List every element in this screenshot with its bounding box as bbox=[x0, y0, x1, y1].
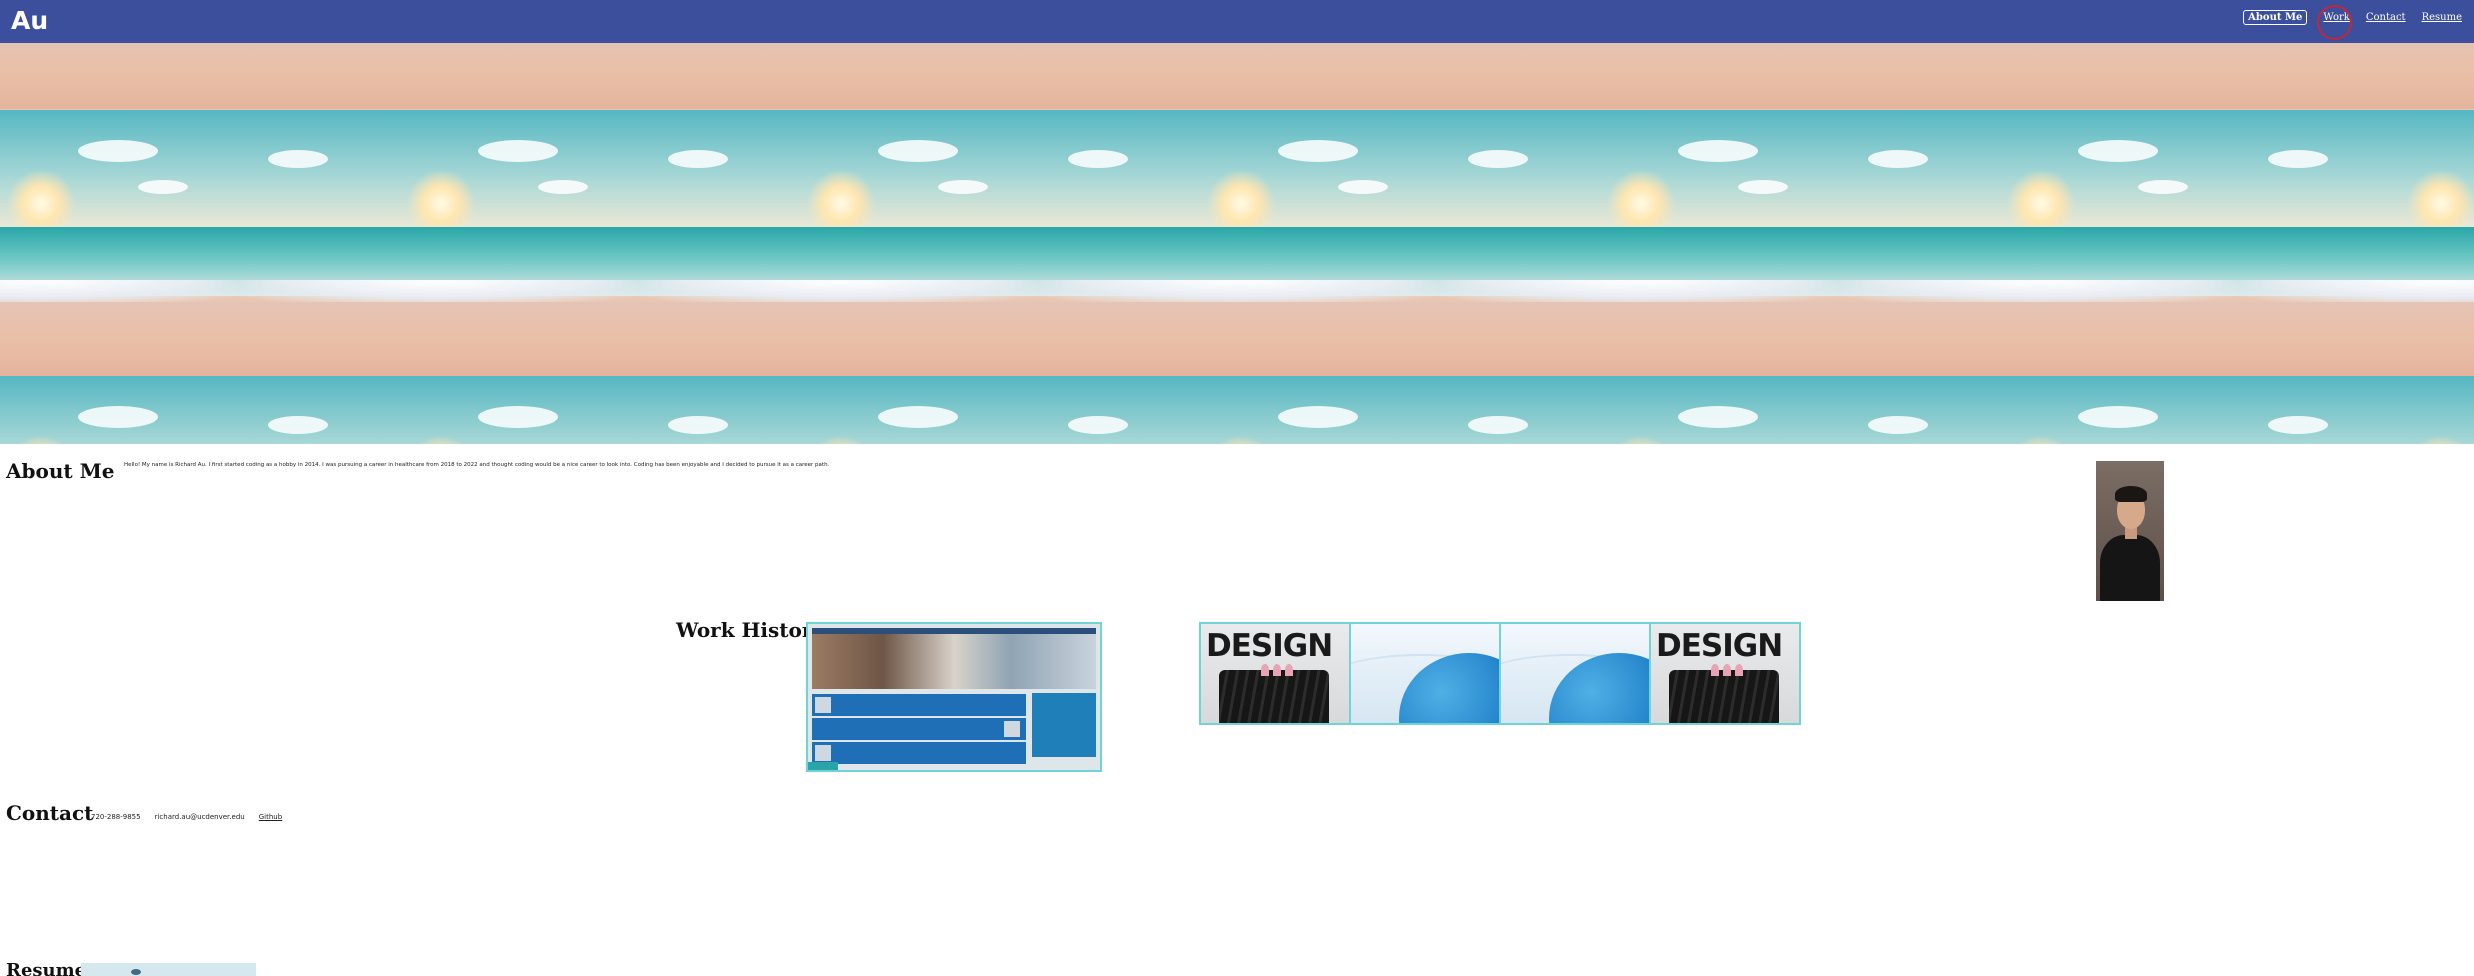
about-heading: About Me bbox=[6, 459, 115, 483]
beach-tile bbox=[2238, 110, 2474, 376]
beach-tile bbox=[1438, 43, 1838, 109]
project-thumbnail[interactable] bbox=[806, 622, 1102, 772]
resume-heading: Resume bbox=[6, 960, 87, 976]
nav-about-me[interactable]: About Me bbox=[2243, 10, 2308, 25]
design-word: DESIGN bbox=[1656, 628, 1783, 664]
project-row bbox=[812, 742, 1026, 764]
beach-tile bbox=[1838, 110, 2238, 376]
project-row bbox=[812, 694, 1026, 716]
about-text: Hello! My name is Richard Au. I first st… bbox=[124, 462, 830, 468]
hero-banner bbox=[0, 43, 2474, 444]
beach-tile bbox=[238, 110, 638, 376]
project-row bbox=[812, 718, 1026, 740]
beach-tile bbox=[1038, 110, 1438, 376]
project-hero-image bbox=[812, 634, 1096, 689]
beach-tile bbox=[0, 376, 238, 444]
beach-tile bbox=[1438, 376, 1838, 444]
work-gallery: DESIGN DESIGN bbox=[1199, 622, 1801, 725]
beach-tile bbox=[2238, 43, 2474, 109]
beach-tile bbox=[238, 43, 638, 109]
gallery-item-wave[interactable] bbox=[1351, 624, 1501, 723]
top-navbar: Au About Me Work Contact Resume bbox=[0, 0, 2474, 43]
beach-tile bbox=[638, 376, 1038, 444]
project-sidebar bbox=[1032, 693, 1096, 757]
resume-preview[interactable] bbox=[81, 963, 256, 976]
contact-heading: Contact bbox=[6, 801, 94, 825]
beach-tile bbox=[0, 43, 238, 109]
design-word: DESIGN bbox=[1206, 628, 1333, 664]
beach-tile bbox=[638, 110, 1038, 376]
work-history-heading: Work History bbox=[676, 618, 825, 642]
beach-tile bbox=[2238, 376, 2474, 444]
gallery-item-wave[interactable] bbox=[1501, 624, 1651, 723]
nav-work[interactable]: Work bbox=[2317, 5, 2353, 40]
beach-tile bbox=[1838, 376, 2238, 444]
beach-tile bbox=[1838, 43, 2238, 109]
contact-info: 720-288-9855 richard.au@ucdenver.edu Git… bbox=[91, 813, 282, 821]
beach-tile bbox=[0, 110, 238, 376]
profile-photo bbox=[2096, 461, 2164, 601]
beach-tile bbox=[638, 43, 1038, 109]
nav-contact[interactable]: Contact bbox=[2366, 12, 2406, 23]
nav-resume[interactable]: Resume bbox=[2422, 12, 2462, 23]
beach-tile bbox=[1038, 376, 1438, 444]
github-link[interactable]: Github bbox=[259, 813, 282, 821]
beach-tile bbox=[1038, 43, 1438, 109]
project-tag bbox=[808, 762, 838, 770]
main-nav: About Me Work Contact Resume bbox=[2243, 5, 2462, 40]
beach-tile bbox=[238, 376, 638, 444]
contact-phone: 720-288-9855 bbox=[91, 813, 141, 821]
beach-tile bbox=[1438, 110, 1838, 376]
brand-logo[interactable]: Au bbox=[11, 6, 48, 35]
gallery-item-design[interactable]: DESIGN bbox=[1651, 624, 1799, 723]
contact-email: richard.au@ucdenver.edu bbox=[154, 813, 245, 821]
gallery-item-design[interactable]: DESIGN bbox=[1201, 624, 1351, 723]
